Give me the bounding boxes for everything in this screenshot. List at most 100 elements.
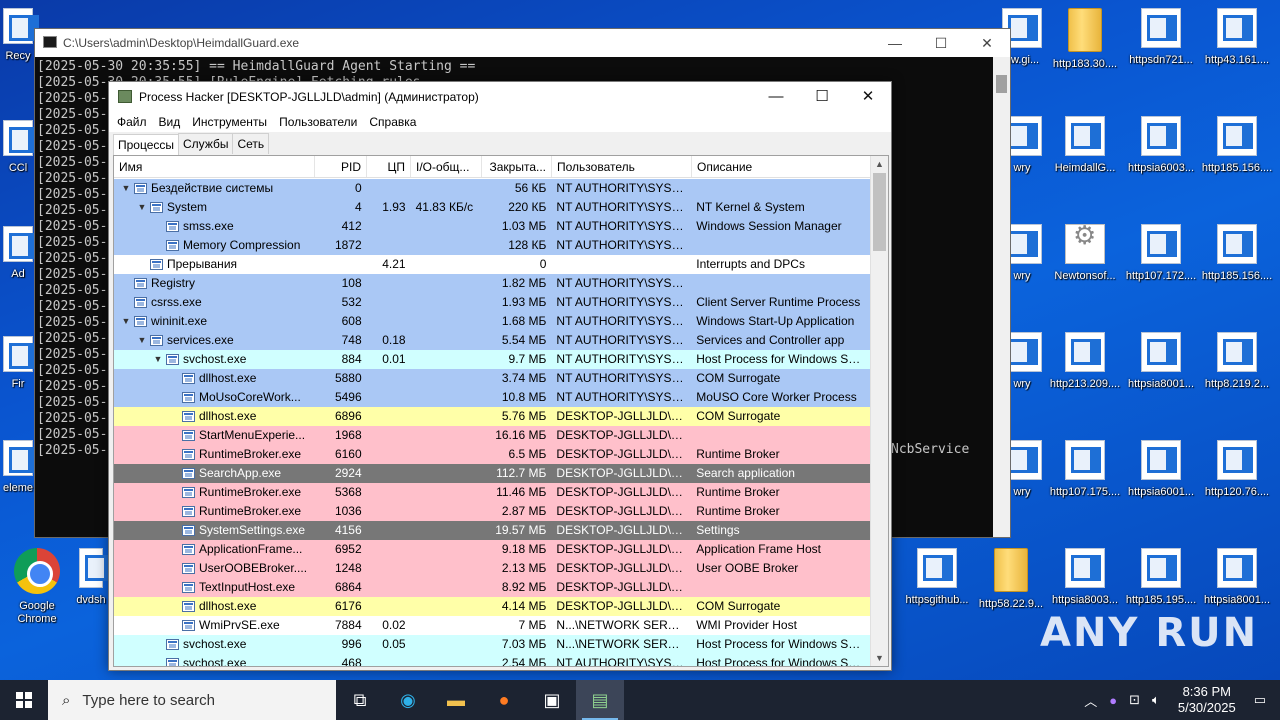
process-row[interactable]: WmiPrvSE.exe 7884 0.02 7 МБ N...\NETWORK SER…: [114, 616, 871, 635]
taskbar-clock[interactable]: 8:36 PM 5/30/2025: [1166, 684, 1248, 716]
process-row[interactable]: ▼ svchost.exe 884 0.01 9.7 МБ NT AUTHORITY\SY…: [114, 350, 871, 369]
task-view-button[interactable]: ⧉: [336, 680, 384, 720]
ph-titlebar[interactable]: Process Hacker [DESKTOP-JGLLJLD\admin] (…: [109, 82, 891, 112]
process-row[interactable]: RuntimeBroker.exe 5368 11.46 МБ DESKTOP-JGL…: [114, 483, 871, 502]
menu-users[interactable]: Пользователи: [273, 115, 363, 129]
process-row[interactable]: svchost.exe 468 2.54 МБ NT AUTHORITY\SYSTEM…: [114, 654, 871, 666]
menu-file[interactable]: Файл: [111, 115, 153, 129]
desktop-icon-file[interactable]: httpsia8003...: [1048, 548, 1122, 607]
tray-app-icon[interactable]: ●: [1103, 693, 1123, 708]
column-header-name[interactable]: Имя: [114, 156, 315, 177]
desktop-icon-left[interactable]: eleme: [0, 440, 39, 495]
tree-expand-icon[interactable]: ▼: [118, 312, 134, 331]
process-row[interactable]: Registry 108 1.82 МБ NT AUTHORITY\SYSTEM: [114, 274, 871, 293]
process-row[interactable]: dllhost.exe 6896 5.76 МБ DESKTOP-JGLLJLD\ad…: [114, 407, 871, 426]
process-row[interactable]: Прерывания 4.21 0 Interrupts and DPCs: [114, 255, 871, 274]
menu-tools[interactable]: Инструменты: [186, 115, 273, 129]
taskbar-process-hacker[interactable]: ▤: [576, 680, 624, 720]
desktop-icon-file[interactable]: http107.175....: [1048, 440, 1122, 499]
process-row[interactable]: ▼ Бездействие системы 0 56 КБ NT AUTHORITY\S…: [114, 179, 871, 198]
desktop-icon-file[interactable]: http213.209....: [1048, 332, 1122, 391]
process-row[interactable]: StartMenuExperie... 1968 16.16 МБ DESKTOP-J…: [114, 426, 871, 445]
process-row[interactable]: UserOOBEBroker.... 1248 2.13 МБ DESKTOP-JGL…: [114, 559, 871, 578]
column-header-user[interactable]: Пользователь: [552, 156, 692, 177]
desktop-icon-file[interactable]: http43.161....: [1200, 8, 1274, 67]
desktop-icon-file[interactable]: http185.156....: [1200, 224, 1274, 283]
tray-speaker-icon[interactable]: 🔈︎: [1146, 692, 1166, 708]
process-row[interactable]: ▼ System 4 1.93 41.83 КБ/с 220 КБ NT AUTHORITY…: [114, 198, 871, 217]
scrollbar-thumb[interactable]: [996, 75, 1007, 93]
desktop-icon-file[interactable]: httpsia6001...: [1124, 440, 1198, 499]
process-list-scrollbar[interactable]: ▲ ▼: [870, 156, 888, 666]
tree-expand-icon[interactable]: ▼: [118, 179, 134, 198]
desktop-icon-file[interactable]: http58.22.9...: [974, 548, 1048, 611]
desktop-icon-left[interactable]: Ad: [0, 226, 39, 281]
maximize-button[interactable]: ☐: [918, 29, 964, 57]
scrollbar-thumb[interactable]: [873, 173, 886, 251]
tab-processes[interactable]: Процессы: [113, 134, 180, 155]
desktop-icon-file[interactable]: httpsgithub...: [900, 548, 974, 607]
tray-network-icon[interactable]: ⊡: [1123, 692, 1146, 708]
process-row[interactable]: RuntimeBroker.exe 6160 6.5 МБ DESKTOP-JGLLJ…: [114, 445, 871, 464]
process-row[interactable]: SystemSettings.exe 4156 19.57 МБ DESKTOP-JG…: [114, 521, 871, 540]
process-row[interactable]: MoUsoCoreWork... 5496 10.8 МБ NT AUTHORITY\…: [114, 388, 871, 407]
close-button[interactable]: ✕: [845, 82, 891, 112]
desktop-icon-left[interactable]: Recy: [0, 8, 39, 63]
taskbar-console[interactable]: ▣: [528, 680, 576, 720]
process-row[interactable]: RuntimeBroker.exe 1036 2.87 МБ DESKTOP-JGLL…: [114, 502, 871, 521]
taskbar-edge[interactable]: ◉: [384, 680, 432, 720]
desktop-icon-left[interactable]: CCl: [0, 120, 39, 175]
process-row[interactable]: dllhost.exe 5880 3.74 МБ NT AUTHORITY\SYSTE…: [114, 369, 871, 388]
column-header-io[interactable]: I/O-общ...: [411, 156, 482, 177]
notification-icon[interactable]: ▭: [1248, 692, 1280, 708]
column-header-cpu[interactable]: ЦП: [367, 156, 411, 177]
taskbar-explorer[interactable]: ▬: [432, 680, 480, 720]
minimize-button[interactable]: —: [753, 82, 799, 112]
desktop-icon-chrome[interactable]: Google Chrome: [0, 548, 74, 626]
process-row[interactable]: ▼ wininit.exe 608 1.68 МБ NT AUTHORITY\SYSTE…: [114, 312, 871, 331]
process-row[interactable]: dllhost.exe 6176 4.14 МБ DESKTOP-JGLLJLD\ad…: [114, 597, 871, 616]
minimize-button[interactable]: —: [872, 29, 918, 57]
tree-expand-icon[interactable]: ▼: [134, 198, 150, 217]
scroll-up-arrow[interactable]: ▲: [871, 156, 888, 172]
process-row[interactable]: TextInputHost.exe 6864 8.92 МБ DESKTOP-JGLL…: [114, 578, 871, 597]
desktop-icon-file[interactable]: httpsdn721...: [1124, 8, 1198, 67]
desktop-icon-file[interactable]: http185.156....: [1200, 116, 1274, 175]
desktop-icon-file[interactable]: http107.172....: [1124, 224, 1198, 283]
console-titlebar[interactable]: C:\Users\admin\Desktop\HeimdallGuard.exe…: [35, 29, 1010, 57]
desktop-icon-file[interactable]: httpsia8001...: [1200, 548, 1274, 607]
maximize-button[interactable]: ☐: [799, 82, 845, 112]
process-row[interactable]: ▼ services.exe 748 0.18 5.54 МБ NT AUTHORITY\…: [114, 331, 871, 350]
desktop-icon-file[interactable]: HeimdallG...: [1048, 116, 1122, 175]
process-hacker-window[interactable]: Process Hacker [DESKTOP-JGLLJLD\admin] (…: [108, 81, 892, 671]
column-header-pid[interactable]: PID: [315, 156, 367, 177]
menu-view[interactable]: Вид: [153, 115, 187, 129]
process-row[interactable]: csrss.exe 532 1.93 МБ NT AUTHORITY\SYSTEM Cl…: [114, 293, 871, 312]
column-header-private-bytes[interactable]: Закрыта...: [482, 156, 552, 177]
tree-expand-icon[interactable]: ▼: [134, 331, 150, 350]
taskbar-search[interactable]: ⌕ Type here to search: [48, 680, 336, 720]
column-header-description[interactable]: Описание: [692, 156, 872, 177]
desktop-icon-file[interactable]: httpsia6003...: [1124, 116, 1198, 175]
process-row[interactable]: svchost.exe 996 0.05 7.03 МБ N...\NETWORK SE…: [114, 635, 871, 654]
tab-network[interactable]: Сеть: [232, 133, 270, 154]
desktop-icon-file[interactable]: http8.219.2...: [1200, 332, 1274, 391]
process-row[interactable]: smss.exe 412 1.03 МБ NT AUTHORITY\SYSTEM Win…: [114, 217, 871, 236]
scroll-down-arrow[interactable]: ▼: [871, 650, 888, 666]
taskbar-firefox[interactable]: ●: [480, 680, 528, 720]
desktop-icon-file[interactable]: Newtonsof...: [1048, 224, 1122, 283]
close-button[interactable]: ✕: [964, 29, 1010, 57]
process-row[interactable]: ApplicationFrame... 6952 9.18 МБ DESKTOP-JG…: [114, 540, 871, 559]
start-button[interactable]: [0, 680, 48, 720]
process-row[interactable]: SearchApp.exe 2924 112.7 МБ DESKTOP-JGLLJLD…: [114, 464, 871, 483]
tab-services[interactable]: Службы: [178, 133, 234, 154]
desktop-icon-file[interactable]: http120.76....: [1200, 440, 1274, 499]
desktop-icon-file[interactable]: http183.30....: [1048, 8, 1122, 71]
desktop-icon-file[interactable]: http185.195....: [1124, 548, 1198, 607]
tree-expand-icon[interactable]: ▼: [150, 350, 166, 369]
console-scrollbar[interactable]: [993, 57, 1010, 537]
desktop-icon-file[interactable]: httpsia8001...: [1124, 332, 1198, 391]
process-list[interactable]: Имя PID ЦП I/O-общ... Закрыта... Пользов…: [113, 155, 889, 667]
tray-chevron-up-icon[interactable]: ︿: [1078, 691, 1103, 710]
menu-help[interactable]: Справка: [363, 115, 422, 129]
